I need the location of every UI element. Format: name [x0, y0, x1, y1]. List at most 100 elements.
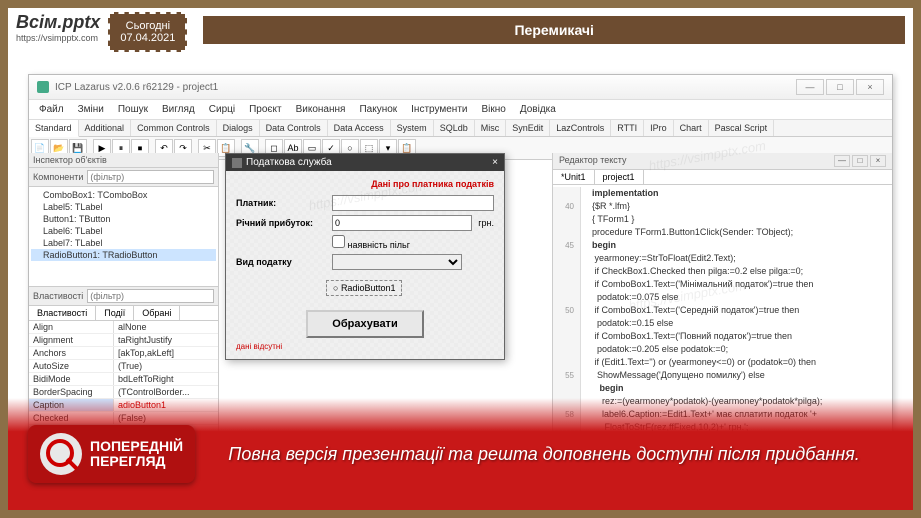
lazarus-icon: [37, 81, 49, 93]
property-row[interactable]: BidiModebdLeftToRight: [29, 373, 218, 386]
menu-файл[interactable]: Файл: [33, 102, 70, 117]
income-input[interactable]: [332, 215, 472, 231]
taxtype-select[interactable]: [332, 254, 462, 270]
form-body: Дані про платника податків Платник: Річн…: [226, 171, 504, 359]
close-button[interactable]: ×: [856, 79, 884, 95]
menu-сирці[interactable]: Сирці: [203, 102, 241, 117]
preview-badge: ПОПЕРЕДНІЙ ПЕРЕГЛЯД: [28, 425, 195, 483]
logo-url: https://vsimpptx.com: [16, 33, 100, 43]
property-filter[interactable]: [87, 289, 214, 303]
component-filter[interactable]: [87, 170, 214, 184]
tree-item[interactable]: Button1: TButton: [31, 213, 216, 225]
badge-line1: ПОПЕРЕДНІЙ: [90, 439, 183, 454]
tab-dialogs[interactable]: Dialogs: [217, 120, 260, 136]
tree-item[interactable]: ComboBox1: TComboBox: [31, 189, 216, 201]
tab-ipro[interactable]: IPro: [644, 120, 674, 136]
tab-additional[interactable]: Additional: [79, 120, 132, 136]
editor-close-icon[interactable]: ×: [870, 155, 886, 167]
form-header-label: Дані про платника податків: [236, 179, 494, 189]
tree-item[interactable]: Label7: TLabel: [31, 237, 216, 249]
benefits-checkbox[interactable]: [332, 235, 345, 248]
tree-item[interactable]: Label5: TLabel: [31, 201, 216, 213]
maximize-button[interactable]: □: [826, 79, 854, 95]
menu-вікно[interactable]: Вікно: [476, 102, 512, 117]
tree-item[interactable]: RadioButton1: TRadioButton: [31, 249, 216, 261]
tab-data-controls[interactable]: Data Controls: [260, 120, 328, 136]
menu-вигляд[interactable]: Вигляд: [156, 102, 201, 117]
benefits-checkbox-row: наявність пільг: [332, 235, 494, 250]
property-row[interactable]: AlignalNone: [29, 321, 218, 334]
inspector-title: Інспектор об'єктів: [33, 155, 107, 165]
tab-system[interactable]: System: [391, 120, 434, 136]
properties-header: Властивості: [29, 287, 218, 306]
preview-overlay: ПОПЕРЕДНІЙ ПЕРЕГЛЯД Повна версія презент…: [8, 398, 913, 510]
badge-line2: ПЕРЕГЛЯД: [90, 454, 183, 469]
editor-header: Редактор тексту — □ ×: [553, 153, 892, 170]
tab-lazcontrols[interactable]: LazControls: [550, 120, 611, 136]
slide-frame: Всім.pptx https://vsimpptx.com Сьогодні …: [6, 6, 915, 512]
editor-tab[interactable]: *Unit1: [553, 170, 595, 184]
ide-titlebar: ICP Lazarus v2.0.6 r62129 - project1 — □…: [29, 75, 892, 100]
menu-проєкт[interactable]: Проєкт: [243, 102, 287, 117]
taxtype-label: Вид податку: [236, 257, 326, 267]
date-value: 07.04.2021: [120, 32, 175, 44]
editor-max-icon[interactable]: □: [852, 155, 868, 167]
prop-tab[interactable]: Властивості: [29, 306, 96, 320]
form-close-icon[interactable]: ×: [492, 157, 498, 168]
component-tree[interactable]: ComboBox1: TComboBoxLabel5: TLabelButton…: [29, 187, 218, 287]
tab-rtti[interactable]: RTTI: [611, 120, 644, 136]
tree-item[interactable]: Label6: TLabel: [31, 225, 216, 237]
code-line: if ComboBox1.Text=('Мінімальний податок'…: [553, 278, 892, 291]
radiobutton1-label: RadioButton1: [341, 283, 396, 293]
code-line: 45 begin: [553, 239, 892, 252]
menu-bar: ФайлЗміниПошукВиглядСирціПроєктВиконання…: [29, 100, 892, 120]
prop-tab[interactable]: Обрані: [134, 306, 180, 320]
property-row[interactable]: Anchors[akTop,akLeft]: [29, 347, 218, 360]
tab-chart[interactable]: Chart: [674, 120, 709, 136]
tab-sqldb[interactable]: SQLdb: [434, 120, 475, 136]
slide-title: Перемикачі: [203, 16, 905, 44]
ide-title-text: ICP Lazarus v2.0.6 r62129 - project1: [55, 82, 218, 93]
code-line: if (Edit1.Text='') or (yearmoney<=0) or …: [553, 356, 892, 369]
benefits-label: наявність пільг: [348, 240, 411, 250]
tab-common-controls[interactable]: Common Controls: [131, 120, 217, 136]
code-line: podatok:=0.15 else: [553, 317, 892, 330]
tab-pascal-script[interactable]: Pascal Script: [709, 120, 775, 136]
editor-title: Редактор тексту: [559, 155, 627, 167]
tab-data-access[interactable]: Data Access: [328, 120, 391, 136]
tab-standard[interactable]: Standard: [29, 120, 79, 137]
menu-інструменти[interactable]: Інструменти: [405, 102, 473, 117]
property-row[interactable]: AlignmenttaRightJustify: [29, 334, 218, 347]
menu-виконання[interactable]: Виконання: [290, 102, 352, 117]
magnifier-icon: [40, 433, 82, 475]
property-row[interactable]: AutoSize(True): [29, 360, 218, 373]
code-line: if ComboBox1.Text=('Повний податок')=tru…: [553, 330, 892, 343]
calculate-button[interactable]: Обрахувати: [306, 310, 423, 338]
top-bar: Всім.pptx https://vsimpptx.com Сьогодні …: [8, 8, 913, 56]
prop-tab[interactable]: Події: [96, 306, 134, 320]
menu-пакунок[interactable]: Пакунок: [353, 102, 403, 117]
minimize-button[interactable]: —: [796, 79, 824, 95]
badge-text: ПОПЕРЕДНІЙ ПЕРЕГЛЯД: [90, 439, 183, 469]
form-designer[interactable]: Податкова служба × Дані про платника под…: [225, 153, 505, 360]
logo-block: Всім.pptx https://vsimpptx.com: [16, 12, 100, 43]
error-label: дані відсутні: [236, 342, 494, 351]
payer-input[interactable]: [332, 195, 494, 211]
editor-min-icon[interactable]: —: [834, 155, 850, 167]
tab-synedit[interactable]: SynEdit: [506, 120, 550, 136]
menu-довідка[interactable]: Довідка: [514, 102, 562, 117]
inspector-header: Інспектор об'єктів: [29, 153, 218, 168]
radiobutton1[interactable]: ○ RadioButton1: [326, 280, 402, 296]
code-line: 55 ShowMessage('Допущено помилку') else: [553, 369, 892, 382]
date-box: Сьогодні 07.04.2021: [108, 12, 187, 52]
tab-misc[interactable]: Misc: [475, 120, 507, 136]
component-tabs: StandardAdditionalCommon ControlsDialogs…: [29, 120, 892, 137]
logo-text: Всім.pptx: [16, 12, 100, 33]
code-line: yearmoney:=StrToFloat(Edit2.Text);: [553, 252, 892, 265]
code-line: 50 if ComboBox1.Text=('Середній податок'…: [553, 304, 892, 317]
menu-зміни[interactable]: Зміни: [72, 102, 110, 117]
today-label: Сьогодні: [120, 20, 175, 32]
editor-tab[interactable]: project1: [595, 170, 644, 184]
code-line: begin: [553, 382, 892, 395]
menu-пошук[interactable]: Пошук: [112, 102, 154, 117]
